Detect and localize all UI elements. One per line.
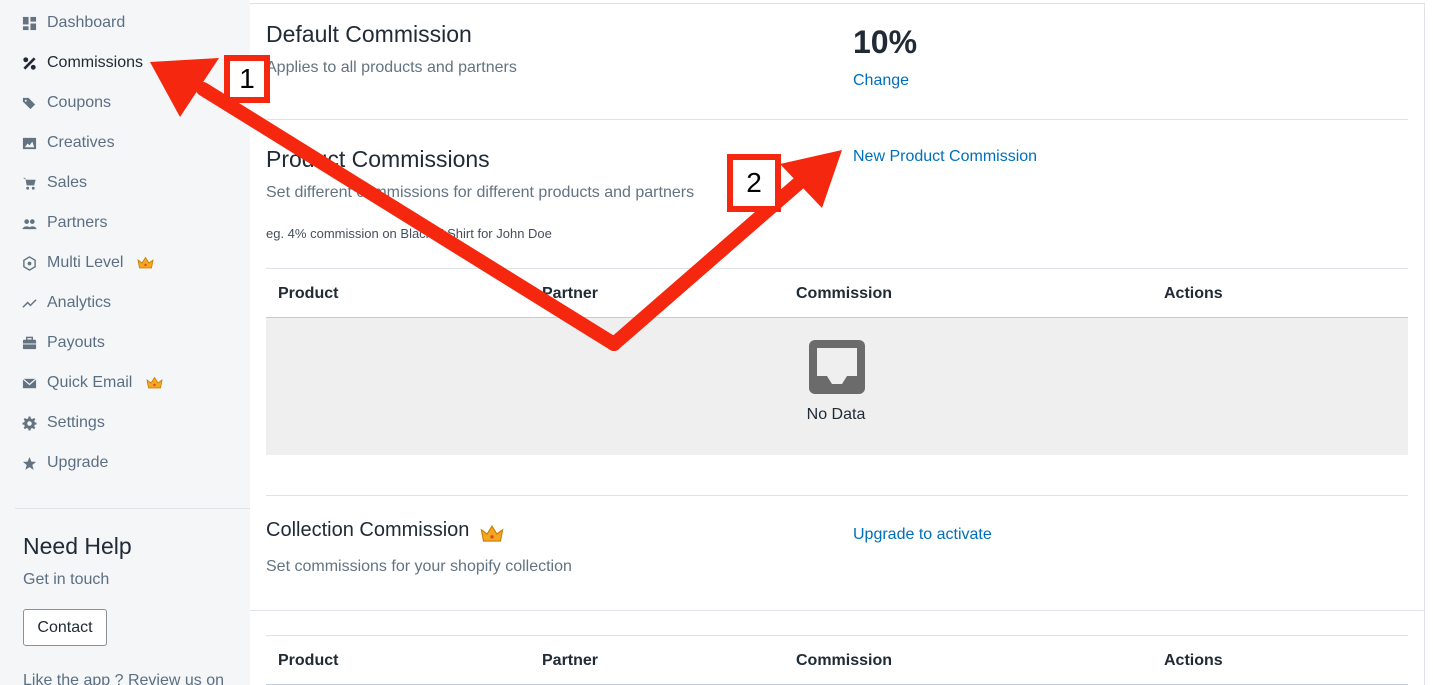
- star-icon: [22, 456, 37, 471]
- default-commission-subtitle: Applies to all products and partners: [266, 59, 517, 76]
- sidebar-item-label: Settings: [47, 414, 105, 431]
- sidebar-item-label: Sales: [47, 174, 88, 191]
- section-divider: [266, 119, 1408, 120]
- empty-table-body: No Data: [266, 318, 1408, 455]
- sidebar-item-partners[interactable]: Partners: [22, 211, 107, 235]
- sidebar-item-dashboard[interactable]: Dashboard: [22, 11, 125, 35]
- network-icon: [22, 255, 37, 271]
- trend-icon: [22, 296, 37, 311]
- sidebar-item-label: Multi Level: [47, 254, 124, 271]
- column-header-commission[interactable]: Commission: [796, 652, 892, 670]
- column-header-actions[interactable]: Actions: [1164, 285, 1223, 303]
- sidebar-item-label: Quick Email: [47, 374, 133, 391]
- table-top-border: [266, 268, 1408, 269]
- annotation-badge-1: 1: [224, 55, 270, 103]
- inbox-icon: [809, 340, 865, 394]
- sidebar-item-multi-level[interactable]: Multi Level: [22, 251, 155, 275]
- sidebar-item-settings[interactable]: Settings: [22, 411, 105, 435]
- sidebar-item-label: Dashboard: [47, 14, 126, 31]
- sidebar-item-label: Creatives: [47, 134, 115, 151]
- help-title: Need Help: [23, 533, 132, 559]
- sidebar-item-label: Analytics: [47, 294, 112, 311]
- section-divider: [250, 610, 1425, 611]
- tags-icon: [22, 96, 37, 111]
- sidebar-item-commissions[interactable]: Commissions: [22, 51, 143, 75]
- review-text: Like the app ? Review us on: [23, 672, 225, 685]
- column-header-product[interactable]: Product: [278, 285, 338, 303]
- mail-icon: [22, 376, 37, 391]
- help-subtitle: Get in touch: [23, 571, 110, 588]
- sidebar-item-label: Upgrade: [47, 454, 109, 471]
- section-divider: [266, 495, 1408, 496]
- sidebar-item-quick-email[interactable]: Quick Email: [22, 371, 163, 395]
- sidebar-item-upgrade[interactable]: Upgrade: [22, 451, 108, 475]
- annotation-badge-2: 2: [727, 154, 781, 212]
- product-commissions-subtitle: Set different commissions for different …: [266, 184, 695, 201]
- sidebar-item-label: Payouts: [47, 334, 105, 351]
- image-icon: [22, 136, 37, 151]
- percent-icon: [22, 56, 37, 71]
- crown-icon: [146, 376, 163, 389]
- cart-icon: [22, 176, 37, 191]
- collection-commission-subtitle: Set commissions for your shopify collect…: [266, 558, 572, 575]
- dashboard-icon: [22, 16, 37, 31]
- upgrade-to-activate-link[interactable]: Upgrade to activate: [853, 526, 992, 544]
- column-header-partner[interactable]: Partner: [542, 652, 598, 670]
- default-commission-title: Default Commission: [266, 21, 472, 47]
- column-header-partner[interactable]: Partner: [542, 285, 598, 303]
- sidebar-item-label: Commissions: [47, 54, 144, 71]
- sidebar-item-payouts[interactable]: Payouts: [22, 331, 105, 355]
- people-icon: [22, 216, 37, 231]
- sidebar: Dashboard Commissions Coupons Creatives …: [0, 0, 250, 685]
- no-data-text: No Data: [806, 406, 866, 423]
- new-product-commission-link[interactable]: New Product Commission: [853, 148, 1037, 166]
- sidebar-item-coupons[interactable]: Coupons: [22, 91, 111, 115]
- crown-icon: [480, 525, 504, 542]
- product-commissions-title: Product Commissions: [266, 146, 490, 172]
- change-commission-link[interactable]: Change: [853, 72, 909, 90]
- sidebar-item-label: Partners: [47, 214, 108, 231]
- sidebar-item-analytics[interactable]: Analytics: [22, 291, 111, 315]
- column-header-actions[interactable]: Actions: [1164, 652, 1223, 670]
- default-commission-value: 10%: [853, 24, 918, 60]
- collection-commission-title: Collection Commission: [266, 519, 470, 541]
- product-commissions-example: eg. 4% commission on Black T-Shirt for J…: [266, 226, 552, 241]
- main-content: Default Commission Applies to all produc…: [250, 0, 1433, 685]
- column-header-product[interactable]: Product: [278, 652, 338, 670]
- sidebar-item-label: Coupons: [47, 94, 112, 111]
- sidebar-divider: [15, 508, 250, 509]
- divider: [1424, 3, 1425, 685]
- gear-icon: [22, 415, 37, 431]
- briefcase-icon: [22, 336, 37, 351]
- column-header-commission[interactable]: Commission: [796, 285, 892, 303]
- crown-icon: [137, 256, 155, 269]
- table-top-border: [266, 635, 1408, 636]
- contact-button[interactable]: Contact: [23, 609, 107, 646]
- divider: [250, 3, 1425, 4]
- sidebar-item-sales[interactable]: Sales: [22, 171, 87, 195]
- sidebar-item-creatives[interactable]: Creatives: [22, 131, 115, 155]
